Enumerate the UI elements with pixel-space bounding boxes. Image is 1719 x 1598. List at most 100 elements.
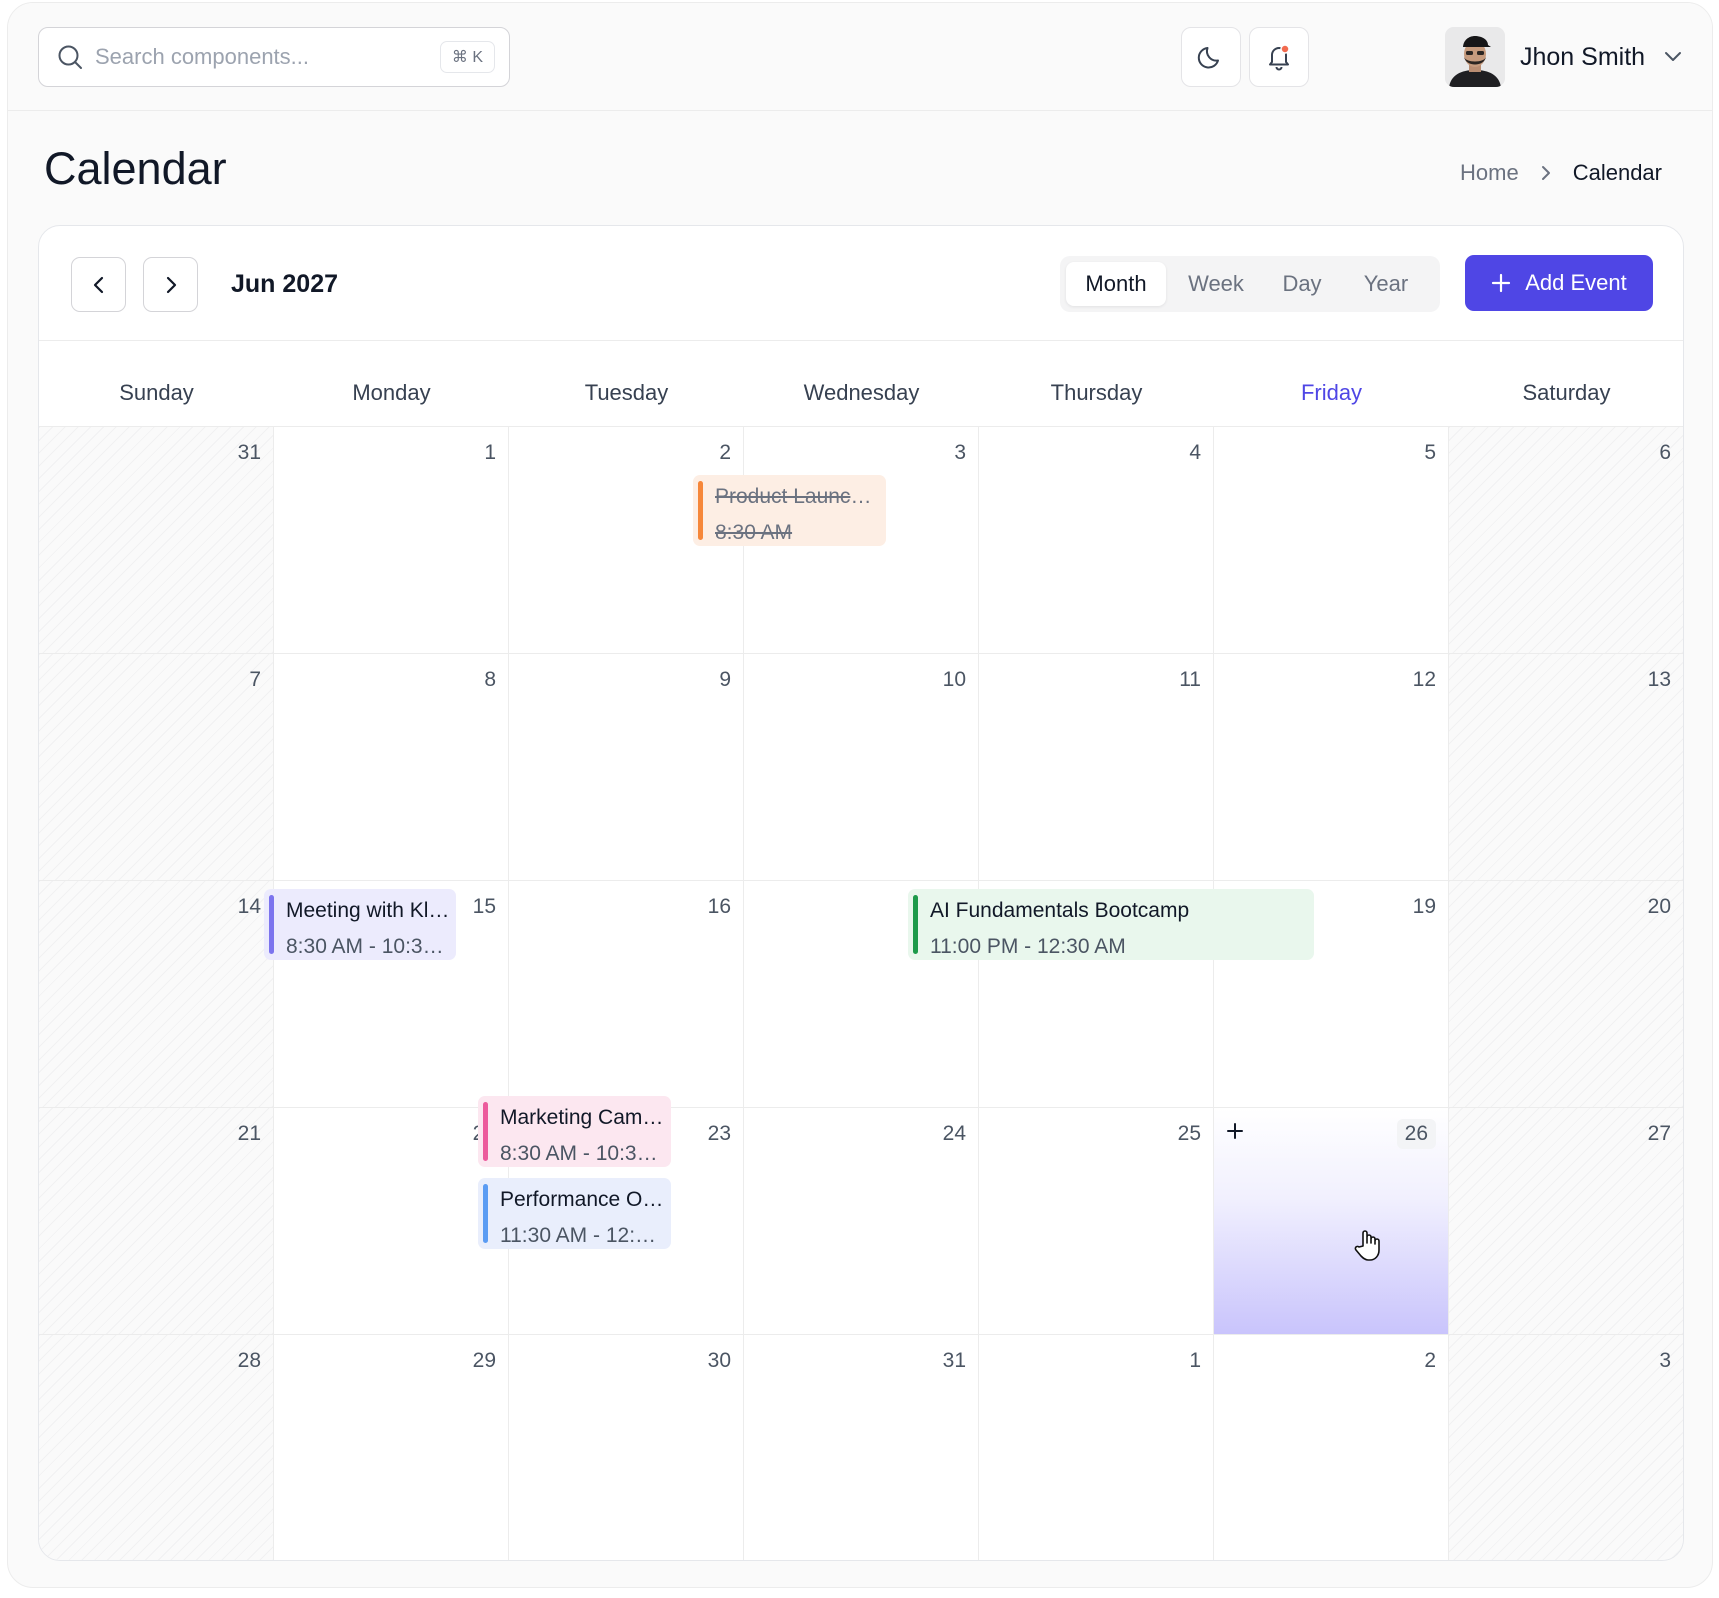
day-number: 15 [472, 895, 496, 918]
chevron-left-icon [93, 276, 103, 293]
next-month-button[interactable] [143, 257, 198, 312]
day-cell[interactable]: 21 [39, 1108, 274, 1335]
event-card-meeting[interactable]: Meeting with Klo... 8:30 AM - 10:30... [264, 889, 456, 960]
event-title: Product Launch f... [715, 485, 880, 508]
day-cell[interactable]: 31 [39, 427, 274, 654]
view-year-tab[interactable]: Year [1344, 262, 1428, 306]
day-cell[interactable]: 20 [1449, 881, 1683, 1108]
day-number: 7 [249, 668, 261, 691]
day-cell[interactable]: 13 [1449, 654, 1683, 881]
notifications-button[interactable] [1249, 27, 1309, 87]
event-title: AI Fundamentals Bootcamp [930, 899, 1190, 922]
day-cell[interactable]: 9 [509, 654, 744, 881]
day-number: 27 [1647, 1122, 1671, 1145]
breadcrumb: Home Calendar [1460, 160, 1662, 186]
weekday-friday: Friday [1300, 380, 1363, 405]
add-event-label: Add Event [1525, 270, 1627, 295]
day-cell[interactable]: 30 [509, 1335, 744, 1560]
day-cell[interactable]: 31 [744, 1335, 979, 1560]
month-grid: 3112345678910111213141516171819202122232… [39, 426, 1683, 1560]
view-week-tab[interactable]: Week [1170, 262, 1262, 306]
day-cell[interactable]: 1 [979, 1335, 1214, 1560]
day-number: 25 [1177, 1122, 1201, 1145]
avatar[interactable] [1445, 27, 1505, 87]
search-icon [58, 45, 82, 69]
event-card-performance[interactable]: Performance Ov... 11:30 AM - 12:30... [478, 1178, 671, 1249]
search-input[interactable]: Search components... ⌘ K [38, 27, 510, 87]
calendar-toolbar: Jun 2027 Month Week Day Year Add Event [39, 226, 1683, 341]
day-cell[interactable]: 5 [1214, 427, 1449, 654]
day-number: 6 [1659, 441, 1671, 464]
search-placeholder: Search components... [95, 44, 310, 69]
day-number: 4 [1189, 441, 1201, 464]
weekday-wednesday: Wednesday [803, 380, 920, 405]
weekday-tuesday: Tuesday [584, 380, 669, 405]
view-switcher: Month Week Day Year [1060, 256, 1440, 312]
day-cell[interactable]: 1 [274, 427, 509, 654]
day-number: 31 [942, 1349, 966, 1372]
event-time: 11:30 AM - 12:30... [500, 1224, 665, 1247]
day-number: 12 [1412, 668, 1436, 691]
plus-icon [1492, 273, 1511, 293]
day-number: 20 [1647, 895, 1671, 918]
day-cell[interactable]: 10 [744, 654, 979, 881]
day-cell[interactable]: 12 [1214, 654, 1449, 881]
calendar-card: Jun 2027 Month Week Day Year Add Event S… [38, 225, 1684, 1561]
day-number: 1 [1189, 1349, 1201, 1372]
day-number: 16 [707, 895, 731, 918]
user-name[interactable]: Jhon Smith [1520, 43, 1645, 72]
day-cell[interactable]: 26 [1214, 1108, 1449, 1335]
event-title: Marketing Camp... [500, 1106, 665, 1129]
event-card-product-launch[interactable]: Product Launch f... 8:30 AM [693, 475, 886, 546]
chevron-down-icon[interactable] [1663, 47, 1683, 67]
event-color-bar [483, 1184, 488, 1243]
day-cell[interactable]: 29 [274, 1335, 509, 1560]
app-window: Search components... ⌘ K Jhon Smith Cale… [7, 2, 1713, 1588]
event-title: Performance Ov... [500, 1188, 665, 1211]
event-color-bar [913, 895, 918, 954]
current-month-label: Jun 2027 [231, 270, 339, 298]
event-color-bar [269, 895, 274, 954]
event-time: 11:00 PM - 12:30 AM [930, 935, 1126, 958]
day-cell[interactable]: 27 [1449, 1108, 1683, 1335]
breadcrumb-home-link[interactable]: Home [1460, 160, 1519, 186]
day-number: 5 [1424, 441, 1436, 464]
view-day-tab[interactable]: Day [1264, 262, 1340, 306]
day-number: 30 [707, 1349, 731, 1372]
day-cell[interactable]: 4 [979, 427, 1214, 654]
day-cell[interactable]: 11 [979, 654, 1214, 881]
event-title: Meeting with Klo... [286, 899, 450, 922]
view-month-tab[interactable]: Month [1066, 262, 1166, 306]
hand-cursor-icon [1354, 1230, 1380, 1261]
event-card-bootcamp[interactable]: AI Fundamentals Bootcamp 11:00 PM - 12:30… [908, 889, 1314, 960]
add-event-button[interactable]: Add Event [1465, 255, 1653, 311]
event-card-marketing[interactable]: Marketing Camp... 8:30 AM - 10:30... [478, 1096, 671, 1167]
avatar-image [1445, 27, 1505, 87]
day-number: 11 [1179, 668, 1201, 691]
day-cell[interactable]: 6 [1449, 427, 1683, 654]
day-cell[interactable]: 24 [744, 1108, 979, 1335]
chevron-right-icon [1541, 166, 1550, 180]
plus-icon[interactable] [1226, 1122, 1244, 1140]
day-number: 19 [1412, 895, 1436, 918]
day-cell[interactable]: 16 [509, 881, 744, 1108]
event-color-bar [483, 1102, 488, 1161]
day-cell[interactable]: 14 [39, 881, 274, 1108]
day-number: 14 [237, 895, 261, 918]
day-cell[interactable]: 28 [39, 1335, 274, 1560]
day-cell[interactable]: 25 [979, 1108, 1214, 1335]
day-cell[interactable]: 22 [274, 1108, 509, 1335]
day-number: 13 [1647, 668, 1671, 691]
day-cell[interactable]: 7 [39, 654, 274, 881]
day-number: 28 [237, 1349, 261, 1372]
day-number: 31 [237, 441, 261, 464]
day-cell[interactable]: 2 [1214, 1335, 1449, 1560]
prev-month-button[interactable] [71, 257, 126, 312]
day-cell[interactable]: 8 [274, 654, 509, 881]
day-number: 1 [484, 441, 496, 464]
event-time: 8:30 AM - 10:30... [500, 1142, 665, 1165]
theme-toggle-button[interactable] [1181, 27, 1241, 87]
day-cell[interactable]: 3 [1449, 1335, 1683, 1560]
day-number: 10 [942, 668, 966, 691]
event-color-bar [698, 481, 703, 540]
